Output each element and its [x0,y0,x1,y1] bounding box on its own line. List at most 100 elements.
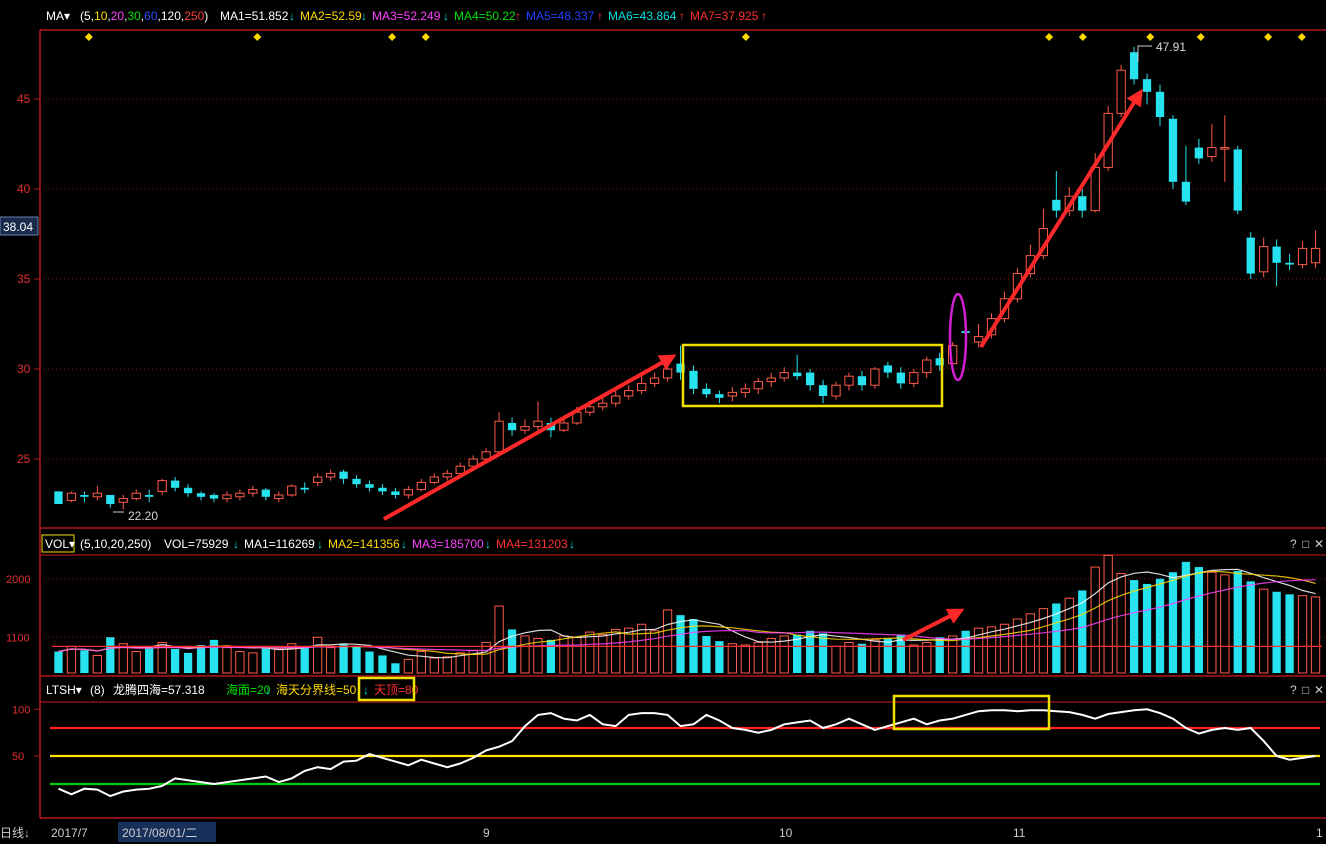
maximize-icon[interactable]: □ [1302,683,1309,697]
month-label-9: 9 [483,826,490,840]
vol-bar-down [702,635,711,673]
vol-window-icons: ? □ ✕ [1290,537,1324,551]
vol-bar-up [235,651,245,674]
current-price-tag: 38.04 [0,216,39,236]
candle-up [429,476,439,483]
vol-bar-up [909,644,919,674]
vol-bar-up [986,626,997,674]
vol-bar-down [170,648,180,673]
price-header: MA▾ (5,10,20,30,60,120,250) MA1=51.852 ↓ M… [46,9,767,23]
price-tick-label: 30 [17,362,31,376]
vol-bar-down [352,646,361,673]
vol-params: (5,10,20,250) [80,537,151,551]
month-start-label: 2017/7 [51,826,88,840]
candle-down [702,388,711,395]
help-icon[interactable]: ? [1290,683,1297,697]
candle-up [66,492,77,501]
candle-up [442,472,452,478]
candle-up [403,489,414,496]
vol-bar-up [1090,566,1100,674]
ma-param: 60 [144,9,158,23]
vol-bar-down [546,639,556,673]
candle-up [131,492,141,500]
vol-bar-up [727,643,738,674]
trend-arrow-glyph: ↓ [485,537,491,551]
vol-bar-up [922,641,932,674]
candle-up [1310,247,1321,264]
candle-up [922,359,932,374]
candle-down [1272,246,1281,263]
vol-bar-up [429,657,439,674]
vol-bar-up [753,641,763,674]
vol-bar-down [935,637,944,673]
candle-up [248,489,258,494]
candle-down [196,493,206,497]
low-annotation: 22.20 [128,509,158,523]
candle-down [857,376,867,386]
ind-window-icons: ? □ ✕ [1290,683,1324,697]
vol-bar-up [844,641,854,674]
candle-down [1168,118,1178,182]
ind-tick-label: 100 [12,704,30,716]
candle-up [1220,147,1230,150]
vol-bar-up [403,658,414,674]
trend-arrow-glyph: ↓ [443,9,449,23]
vol-bar-down [1272,591,1281,673]
close-icon[interactable]: ✕ [1314,683,1324,697]
vol-bar-up [533,638,543,674]
candle-up [222,494,232,500]
vol-bar-down [209,639,219,673]
header-value: MA5=48.337 [526,9,595,23]
date-highlight-label: 2017/08/01/二 [122,826,197,840]
candle-down [1052,199,1061,211]
candle-up [1259,246,1269,273]
candle-down [1233,149,1242,211]
trend-arrow-glyph: ↓ [289,9,295,23]
vol-bar-up [598,634,608,674]
close-icon[interactable]: ✕ [1314,537,1324,551]
vol-menu[interactable]: VOL▾ [45,537,75,551]
candle-up [533,420,543,428]
vol-bar-up [1297,595,1308,674]
candle-down [352,478,361,485]
help-icon[interactable]: ? [1290,537,1297,551]
candle-down [715,394,724,398]
vol-bar-down [1246,581,1255,673]
ma-menu[interactable]: MA▾ [46,9,70,23]
candle-up [636,382,647,392]
header-value: MA3=52.249 [372,9,441,23]
vol-values: VOL=75929 ↓ MA1=116269 ↓ MA2=141356 ↓ MA3=1857… [164,537,575,551]
ltsh-menu[interactable]: LTSH▾ [46,683,82,697]
candle-down [1129,52,1139,80]
candle-up [611,395,621,404]
vol-bar-down [378,655,387,673]
price-tick-label: 40 [17,182,31,196]
period-selector[interactable]: 日线↓ [0,826,30,840]
vol-bar-down [793,634,802,673]
trend-arrow-glyph: ↓ [569,537,575,551]
vol-bar-down [183,652,193,673]
month-label-10: 10 [779,826,793,840]
candle-down [689,370,698,389]
high-annotation: 47.91 [1156,40,1186,54]
candle-up [1116,69,1126,114]
vol-bar-down [1155,578,1165,673]
trend-arrow-glyph: ↓ [361,9,367,23]
ltsh-values: 海面=20↓ 海天分界线=50 ↓ 天顶=80 [226,682,419,697]
trend-arrow-glyph: ↓ [265,683,271,697]
candle-up [92,492,103,498]
current-price-label: 38.04 [3,220,33,234]
vol-bar-down [1129,580,1139,673]
vol-tick-label: 1100 [6,632,30,644]
maximize-icon[interactable]: □ [1302,537,1309,551]
stock-chart: MA▾ (5,10,20,30,60,120,250) MA1=51.852 ↓ M… [0,0,1326,844]
candle-up [870,368,880,386]
candle-up [662,368,673,379]
vol-bar-up [248,652,258,674]
vol-bar-down [196,645,206,673]
header-value: MA3=185700 [412,537,484,551]
header-value: VOL=75929 [164,537,229,551]
ma-param: 20 [111,9,125,23]
candle-up [325,472,336,478]
candle-up [779,372,789,379]
